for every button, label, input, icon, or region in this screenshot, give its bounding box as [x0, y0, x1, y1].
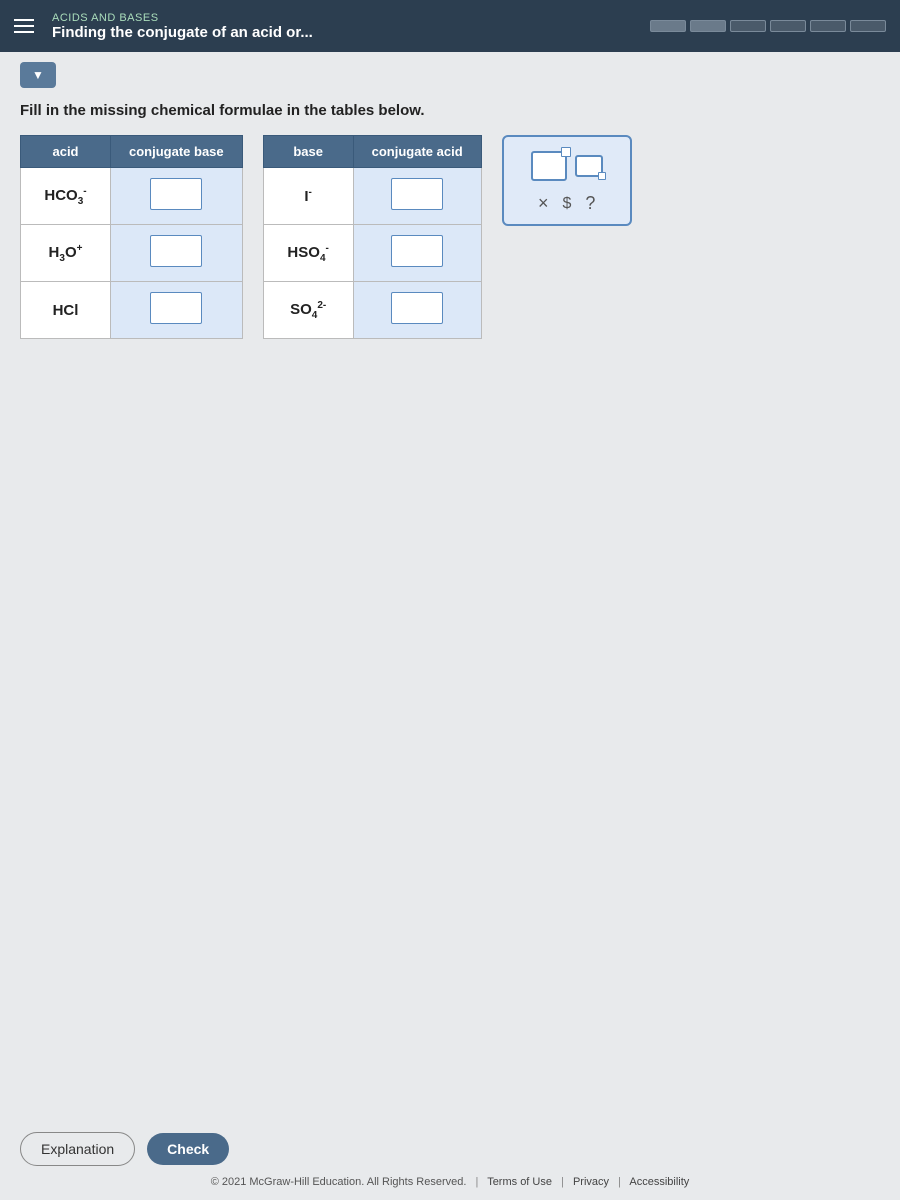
top-bar-text: ACIDS AND BASES Finding the conjugate of… [52, 12, 640, 41]
exercise-area: acid conjugate base HCO3- [0, 135, 900, 349]
answer-panel-icons [531, 151, 603, 181]
subscript-indicator [598, 172, 606, 180]
footer-sep-3: | [618, 1176, 621, 1188]
footer-text: © 2021 McGraw-Hill Education. All Rights… [20, 1176, 880, 1188]
conjugate-acid-input-1[interactable] [353, 168, 481, 225]
base-table: base conjugate acid I- [263, 135, 482, 339]
close-icon[interactable]: × [538, 193, 549, 214]
col-header-acid: acid [21, 136, 111, 168]
instruction-text: Fill in the missing chemical formulae in… [0, 92, 900, 135]
footer-copyright: © 2021 McGraw-Hill Education. All Rights… [211, 1176, 467, 1188]
formula-hcl: HCl [53, 302, 79, 319]
formula-i-minus: I- [304, 188, 312, 205]
progress-seg-5 [810, 20, 846, 32]
dropdown-button[interactable]: ▼ [20, 62, 56, 88]
conjugate-base-input-1[interactable] [111, 168, 243, 225]
top-bar-title: Finding the conjugate of an acid or... [52, 24, 640, 41]
empty-area [0, 349, 900, 1114]
table-row: HCl [21, 282, 243, 339]
progress-seg-3 [730, 20, 766, 32]
conjugate-base-input-2[interactable] [111, 225, 243, 282]
table-row: I- [263, 168, 481, 225]
conjugate-acid-input-2[interactable] [353, 225, 481, 282]
dropdown-row: ▼ [0, 52, 900, 92]
formula-hso4: HSO4- [287, 244, 328, 261]
footer-sep-1: | [475, 1176, 478, 1188]
table-row: SO42- [263, 282, 481, 339]
footer-accessibility-link[interactable]: Accessibility [629, 1176, 689, 1188]
table-row: HSO4- [263, 225, 481, 282]
conjugate-acid-input-3[interactable] [353, 282, 481, 339]
check-button[interactable]: Check [147, 1133, 229, 1165]
progress-seg-2 [690, 20, 726, 32]
footer-terms-link[interactable]: Terms of Use [487, 1176, 552, 1188]
footer-sep-2: | [561, 1176, 564, 1188]
progress-seg-1 [650, 20, 686, 32]
top-bar-subtitle: ACIDS AND BASES [52, 12, 640, 24]
col-header-conjugate-base: conjugate base [111, 136, 243, 168]
answer-panel-actions: × $ ? [538, 193, 595, 214]
input-box-4[interactable] [391, 178, 443, 210]
progress-area [650, 20, 886, 32]
answer-panel: × $ ? [502, 135, 632, 226]
input-box-2[interactable] [150, 235, 202, 267]
bottom-bar: Explanation Check © 2021 McGraw-Hill Edu… [0, 1114, 900, 1200]
input-box-3[interactable] [150, 292, 202, 324]
col-header-base: base [263, 136, 353, 168]
formula-hco3: HCO3- [44, 187, 86, 204]
top-bar: ACIDS AND BASES Finding the conjugate of… [0, 0, 900, 52]
table-row: HCO3- [21, 168, 243, 225]
subscript-icon-box[interactable] [575, 155, 603, 177]
acid-cell-3: HCl [21, 282, 111, 339]
base-cell-1: I- [263, 168, 353, 225]
dollar-icon[interactable]: $ [562, 195, 571, 213]
hamburger-icon[interactable] [14, 19, 34, 33]
chevron-down-icon: ▼ [32, 68, 44, 82]
acid-cell-2: H3O+ [21, 225, 111, 282]
question-icon[interactable]: ? [585, 193, 595, 214]
base-cell-2: HSO4- [263, 225, 353, 282]
col-header-conjugate-acid: conjugate acid [353, 136, 481, 168]
bottom-buttons: Explanation Check [20, 1132, 880, 1166]
main-content: ▼ Fill in the missing chemical formulae … [0, 52, 900, 1200]
explanation-button[interactable]: Explanation [20, 1132, 135, 1166]
formula-h3o: H3O+ [49, 244, 83, 261]
formula-so4: SO42- [290, 301, 326, 318]
input-box-1[interactable] [150, 178, 202, 210]
superscript-indicator [561, 147, 571, 157]
progress-seg-6 [850, 20, 886, 32]
acid-table: acid conjugate base HCO3- [20, 135, 243, 339]
footer-privacy-link[interactable]: Privacy [573, 1176, 609, 1188]
input-box-6[interactable] [391, 292, 443, 324]
base-cell-3: SO42- [263, 282, 353, 339]
table-row: H3O+ [21, 225, 243, 282]
acid-cell-1: HCO3- [21, 168, 111, 225]
progress-seg-4 [770, 20, 806, 32]
input-box-5[interactable] [391, 235, 443, 267]
conjugate-base-input-3[interactable] [111, 282, 243, 339]
superscript-icon-box[interactable] [531, 151, 567, 181]
